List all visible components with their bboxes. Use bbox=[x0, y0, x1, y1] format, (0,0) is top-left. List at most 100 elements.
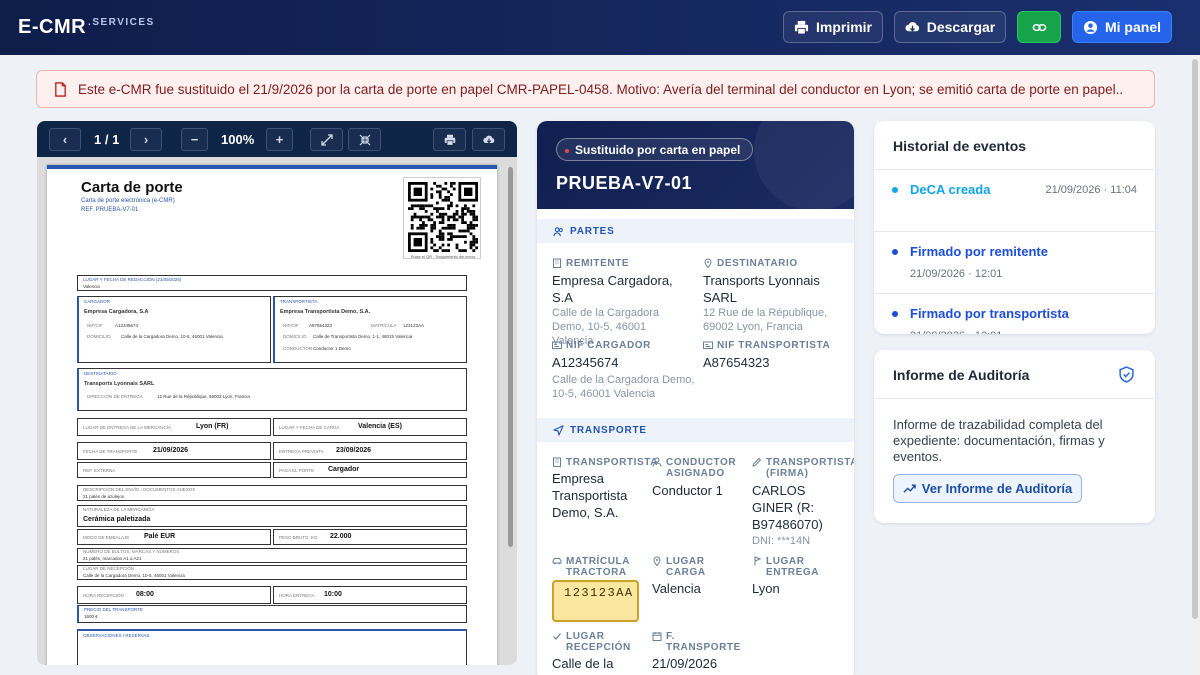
building-icon bbox=[553, 258, 561, 268]
copy-link-button[interactable] bbox=[1017, 11, 1061, 43]
chevron-right-icon: › bbox=[143, 132, 149, 147]
field-label: ENTREGA PREVISTA bbox=[279, 449, 324, 454]
pdf-viewer: ‹ 1 / 1 › − 100% + Carta de porte Carta … bbox=[37, 121, 517, 665]
field-label: CONDUCTOR bbox=[283, 346, 313, 351]
id-card-icon bbox=[703, 341, 713, 349]
field-value: Lyon (FR) bbox=[196, 423, 229, 430]
expand-icon bbox=[320, 133, 333, 146]
field-value: A12345674 bbox=[115, 323, 139, 328]
firma-name: CARLOS GINER (R: B97486070) bbox=[752, 483, 823, 532]
firma-label: TRANSPORTISTA (FIRMA) bbox=[752, 457, 854, 479]
label-text: REMITENTE bbox=[566, 258, 630, 269]
page-scrollbar[interactable] bbox=[1190, 55, 1200, 675]
field-label: DOMICILIO bbox=[87, 334, 111, 339]
prev-page-button[interactable]: ‹ bbox=[49, 128, 81, 151]
audit-card: Informe de Auditoría Informe de trazabil… bbox=[874, 350, 1155, 523]
id-card-icon bbox=[552, 341, 562, 349]
download-button[interactable]: Descargar bbox=[894, 11, 1006, 43]
document-title: Carta de porte bbox=[81, 179, 183, 196]
page-indicator: 1 / 1 bbox=[94, 132, 120, 147]
field-label: MODO DE EMBALAJE bbox=[83, 535, 130, 540]
transportista-name: Empresa Transportista Demo, S.A. bbox=[552, 471, 628, 520]
signature-icon bbox=[752, 457, 762, 467]
chevron-left-icon: ‹ bbox=[62, 132, 68, 147]
lugar-recepcion-value: Calle de la bbox=[552, 656, 614, 671]
section-transporte: TRANSPORTE bbox=[537, 418, 854, 442]
field-label: DOMICILIO bbox=[283, 334, 307, 339]
event-date: 21/09/2026 · 11:04 bbox=[1045, 184, 1137, 196]
qr-code[interactable]: Pulse el QR · Seguimiento del envío bbox=[403, 177, 481, 259]
destinatario-address: 12 Rue de la République, 69002 Lyon, Fra… bbox=[703, 307, 828, 333]
view-audit-button[interactable]: Ver Informe de Auditoría bbox=[893, 474, 1082, 503]
document-page[interactable]: Carta de porte Carta de porte electrónic… bbox=[47, 165, 497, 665]
field-label: TRANSPORTISTA bbox=[280, 299, 318, 304]
event-title: Firmado por transportista bbox=[910, 306, 1069, 321]
trending-up-icon bbox=[903, 484, 916, 493]
audit-divider bbox=[874, 398, 1155, 399]
form-lugar-fecha: LUGAR Y FECHA DE REDACCIÓN (21/09/2026) … bbox=[77, 275, 467, 291]
qr-caption: Pulse el QR · Seguimiento del envío bbox=[410, 254, 476, 259]
f-transporte-value: 21/09/2026 bbox=[652, 656, 718, 671]
event-date: 21/09/2026 · 12:01 bbox=[910, 268, 1003, 280]
form-hora-entrega: HORA ENTREGA 10:00 bbox=[273, 586, 467, 604]
field-value: 123123AA bbox=[403, 323, 425, 328]
brand-name: E-CMR bbox=[18, 16, 87, 38]
fit-page-button[interactable] bbox=[348, 128, 381, 151]
field-value: 12 Rue de la République, 69002 Lyon, Fra… bbox=[157, 394, 250, 399]
field-label: REF. EXTERNA bbox=[83, 468, 116, 473]
field-value: Valencia (ES) bbox=[358, 423, 402, 430]
my-panel-button[interactable]: Mi panel bbox=[1072, 11, 1172, 43]
viewer-print-button[interactable] bbox=[433, 128, 466, 151]
field-value: 21 palés de azulejos bbox=[83, 494, 125, 499]
map-pin-icon bbox=[704, 258, 712, 268]
firma-dni: DNI: ***14N bbox=[752, 535, 811, 547]
nif-cargador-value: A12345674 bbox=[552, 355, 619, 370]
qr-code-graphic bbox=[408, 182, 478, 252]
form-bultos: NÚMERO DE BULTOS, MARCAS Y NÚMEROS 21 pa… bbox=[77, 548, 467, 563]
remitente-label: REMITENTE bbox=[552, 258, 629, 269]
field-label: MATRÍCULA bbox=[371, 323, 397, 328]
field-label: DESTINATARIO bbox=[84, 371, 117, 376]
viewer-scrollbar[interactable] bbox=[508, 167, 513, 547]
event-title: DeCA creada bbox=[910, 182, 991, 197]
field-label: LUGAR DE RECEPCIÓN bbox=[83, 566, 135, 571]
form-carga: LUGAR Y FECHA DE CARGA Valencia (ES) bbox=[273, 418, 467, 436]
field-value: Empresa Cargadora, S.A bbox=[84, 309, 149, 315]
field-label: LUGAR Y FECHA DE CARGA bbox=[279, 425, 340, 430]
header-decoration bbox=[754, 121, 854, 211]
label-text: NIF TRANSPORTISTA bbox=[717, 340, 831, 351]
navigation-icon bbox=[553, 424, 564, 436]
field-value: Empresa Transportista Demo, S.A. bbox=[280, 309, 371, 315]
link-icon bbox=[1032, 23, 1046, 31]
label-text: LUGAR ENTREGA bbox=[766, 556, 820, 578]
fit-width-button[interactable] bbox=[310, 128, 343, 151]
top-bar: E-CMR .SERVICES Imprimir Descargar Mi pan… bbox=[0, 0, 1200, 55]
zoom-in-button[interactable]: + bbox=[266, 128, 293, 151]
field-label: PAGA EL PORTE bbox=[279, 468, 315, 473]
field-value: Palé EUR bbox=[144, 533, 176, 540]
field-label: DESCRIPCIÓN DEL ENVÍO / DOCUMENTOS ANEXO… bbox=[83, 487, 196, 492]
status-badge: Sustituido por carta en papel bbox=[556, 138, 754, 161]
remitente-name: Empresa Cargadora, S.A bbox=[552, 273, 673, 305]
event-item: DeCA creada 21/09/2026 · 11:04 bbox=[874, 169, 1155, 231]
document-id: PRUEBA-V7-01 bbox=[556, 173, 693, 193]
viewer-download-button[interactable] bbox=[472, 128, 505, 151]
next-page-button[interactable]: › bbox=[130, 128, 162, 151]
form-observaciones: OBSERVACIONES / RESERVAS bbox=[77, 629, 467, 665]
label-text: LUGAR CARGA bbox=[666, 556, 706, 578]
alert-text: Este e-CMR fue sustituido el 21/9/2026 p… bbox=[78, 81, 1124, 97]
destinatario-label: DESTINATARIO bbox=[703, 258, 798, 269]
user-icon bbox=[652, 457, 662, 467]
view-audit-label: Ver Informe de Auditoría bbox=[921, 481, 1073, 496]
form-hora-recepcion: HORA RECEPCIÓN 08:00 bbox=[77, 586, 271, 604]
field-value: Cargador bbox=[328, 466, 360, 473]
zoom-out-button[interactable]: − bbox=[181, 128, 208, 151]
nif-transportista-label: NIF TRANSPORTISTA bbox=[703, 340, 830, 351]
form-descripcion: DESCRIPCIÓN DEL ENVÍO / DOCUMENTOS ANEXO… bbox=[77, 485, 467, 501]
print-button[interactable]: Imprimir bbox=[783, 11, 883, 43]
section-partes: PARTES bbox=[537, 219, 854, 243]
brand-logo[interactable]: E-CMR .SERVICES bbox=[18, 16, 153, 39]
status-dot bbox=[565, 149, 569, 153]
label-text: DESTINATARIO bbox=[717, 258, 798, 269]
page-scrollbar-thumb[interactable] bbox=[1192, 59, 1198, 619]
